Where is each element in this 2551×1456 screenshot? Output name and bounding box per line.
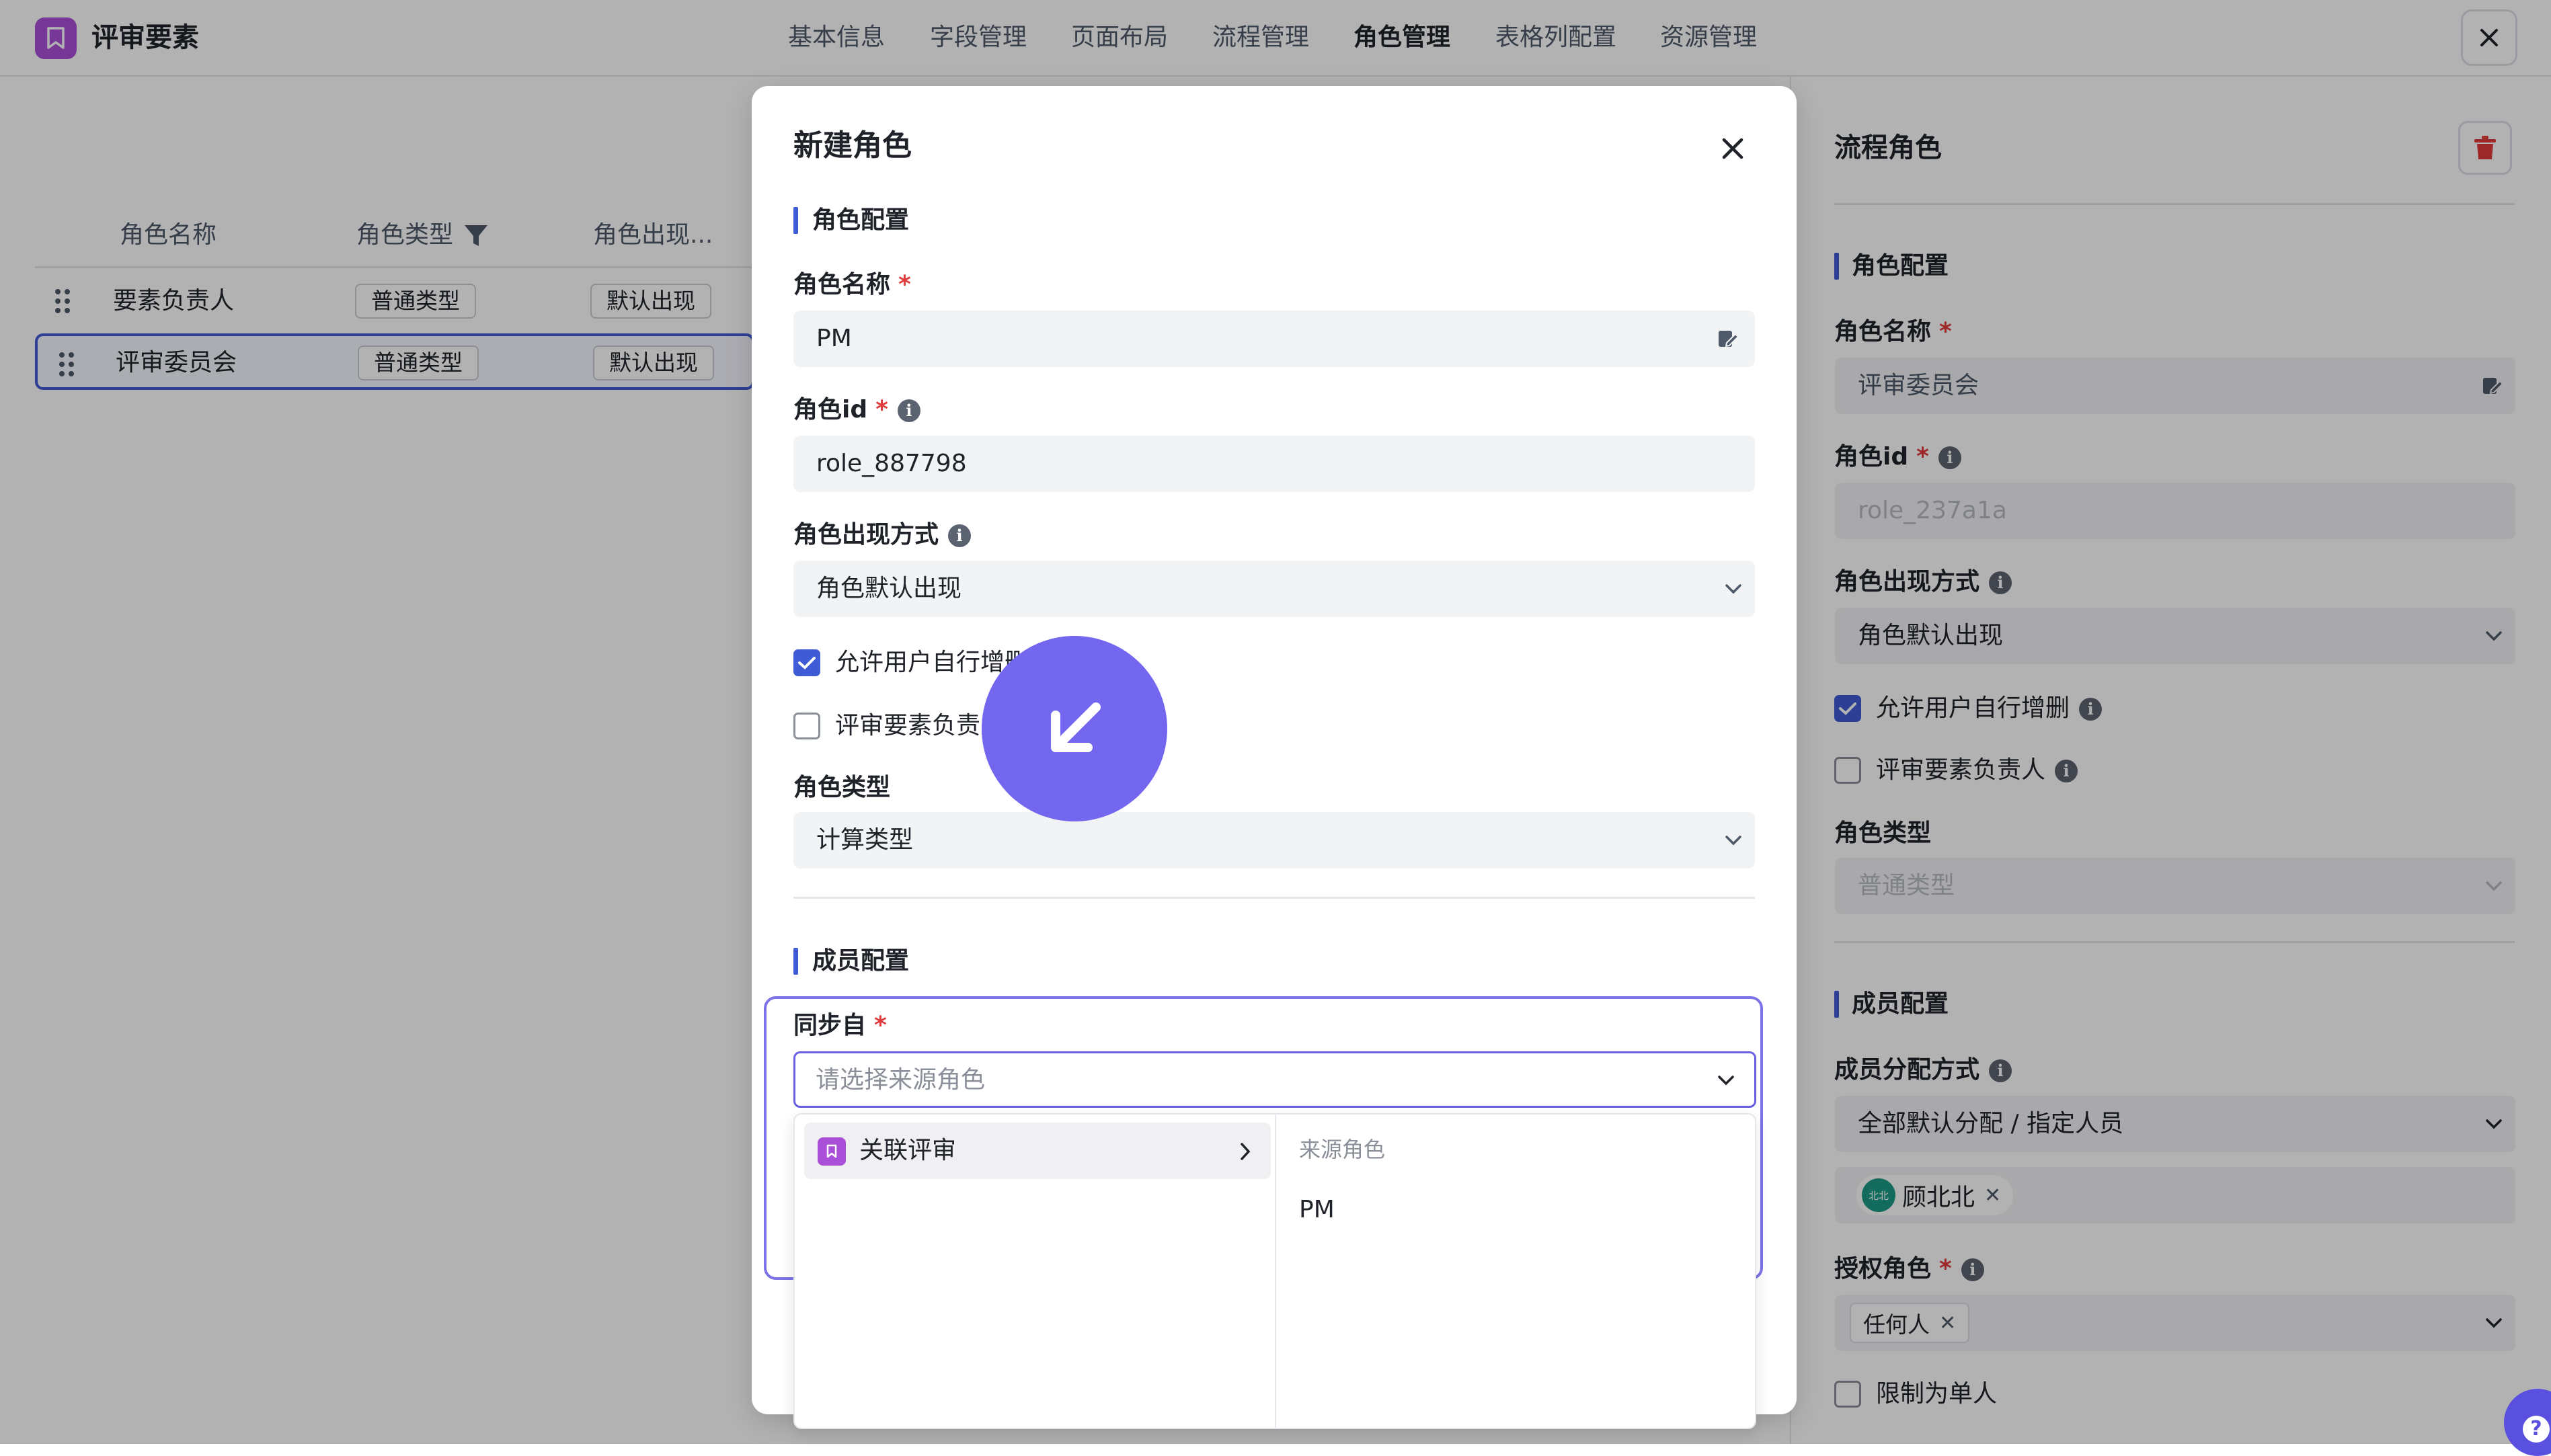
chevron-down-icon — [1725, 584, 1741, 594]
chevron-right-icon — [1241, 1143, 1251, 1160]
role-appear-label: 角色出现方式 i — [793, 518, 972, 553]
arrow-down-left-icon — [982, 636, 1167, 821]
cascader-item-label: 关联评审 — [859, 1137, 957, 1164]
role-type-label: 角色类型 — [793, 774, 891, 801]
cascader-divider — [1275, 1115, 1276, 1428]
sync-from-select[interactable]: 请选择来源角色 — [793, 1051, 1756, 1108]
edit-icon[interactable] — [1717, 328, 1739, 350]
role-name-input[interactable]: PM — [793, 311, 1755, 367]
allow-edit-checkbox[interactable] — [793, 649, 820, 676]
section-bar — [793, 207, 798, 234]
info-icon[interactable]: i — [948, 524, 972, 547]
role-id-label: 角色id * i — [793, 393, 920, 428]
cascader-column-header: 来源角色 — [1299, 1137, 1386, 1162]
role-id-value: role_887798 — [816, 450, 967, 477]
chevron-down-icon — [1725, 836, 1741, 846]
role-appear-value: 角色默认出现 — [816, 575, 962, 602]
info-icon[interactable]: i — [897, 399, 920, 422]
role-name-value: PM — [816, 325, 852, 352]
role-appear-select[interactable]: 角色默认出现 — [793, 561, 1755, 617]
cascader-item-related-review[interactable]: 关联评审 — [804, 1123, 1271, 1179]
modal-title: 新建角色 — [793, 128, 912, 163]
owner-checkbox[interactable] — [793, 713, 820, 739]
section-bar — [793, 948, 798, 975]
role-name-label: 角色名称 * — [793, 271, 911, 298]
sync-from-placeholder: 请选择来源角色 — [816, 1066, 986, 1094]
role-type-select[interactable]: 计算类型 — [793, 812, 1755, 868]
close-icon[interactable] — [1721, 137, 1744, 160]
role-type-value: 计算类型 — [816, 826, 914, 854]
section-role-config: 角色配置 — [812, 206, 910, 234]
owner-label: 评审要素负责人 — [835, 712, 1005, 739]
check-icon — [798, 657, 816, 670]
section-divider — [793, 897, 1755, 899]
section-member-config: 成员配置 — [812, 947, 910, 975]
chevron-down-icon — [1718, 1076, 1734, 1086]
bookmark-icon — [818, 1137, 846, 1166]
role-id-input[interactable]: role_887798 — [793, 436, 1755, 492]
source-role-cascader: 关联评审 来源角色 PM — [793, 1113, 1756, 1429]
cascader-option-pm[interactable]: PM — [1299, 1192, 1335, 1227]
